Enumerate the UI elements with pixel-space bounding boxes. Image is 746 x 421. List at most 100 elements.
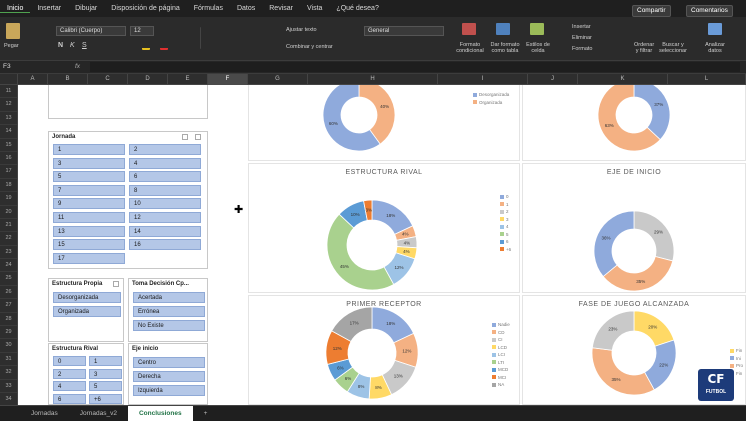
- menu-revisar[interactable]: Revisar: [262, 5, 300, 12]
- row-number[interactable]: 33: [0, 380, 17, 393]
- font-name-select[interactable]: Calibri (Cuerpo): [56, 26, 126, 36]
- col-c[interactable]: C: [88, 74, 128, 85]
- analyze-data-icon[interactable]: [708, 23, 722, 35]
- data-label: 18%: [386, 213, 395, 218]
- select-all[interactable]: [0, 74, 18, 85]
- col-a[interactable]: A: [18, 74, 48, 85]
- menu-insertar[interactable]: Insertar: [30, 5, 68, 12]
- row-number[interactable]: 22: [0, 232, 17, 246]
- data-label: 12%: [402, 348, 411, 353]
- data-label: 13%: [394, 374, 403, 379]
- cell-styles-icon[interactable]: [530, 23, 544, 35]
- row-number[interactable]: 12: [0, 98, 17, 112]
- donut-slice: [593, 210, 635, 278]
- col-b[interactable]: B: [48, 74, 88, 85]
- row-number[interactable]: 29: [0, 326, 17, 340]
- formula-bar: F3 fx: [0, 61, 746, 74]
- align-group: [200, 27, 240, 49]
- row-number[interactable]: 23: [0, 246, 17, 260]
- merge-center-button[interactable]: Combinar y centrar: [286, 44, 333, 50]
- row-number[interactable]: 31: [0, 353, 17, 367]
- formula-input[interactable]: [90, 62, 740, 72]
- add-sheet-button[interactable]: +: [193, 406, 219, 421]
- delete-cells-button[interactable]: Eliminar: [572, 35, 592, 41]
- find-select-button[interactable]: Buscar y seleccionar: [658, 42, 688, 54]
- row-number[interactable]: 18: [0, 179, 17, 193]
- underline-button[interactable]: S: [82, 42, 87, 49]
- row-number[interactable]: 25: [0, 272, 17, 286]
- row-number[interactable]: 30: [0, 339, 17, 353]
- fill-color-icon[interactable]: [142, 44, 150, 50]
- row-number[interactable]: 34: [0, 393, 17, 405]
- insert-cells-button[interactable]: Insertar: [572, 24, 591, 30]
- col-h[interactable]: H: [308, 74, 438, 85]
- col-f[interactable]: F: [208, 74, 248, 85]
- analyze-data-label: Analizar datos: [705, 42, 725, 54]
- tab-jornadas-v2[interactable]: Jornadas_v2: [69, 406, 128, 421]
- menu-vista[interactable]: Vista: [300, 5, 329, 12]
- col-e[interactable]: E: [168, 74, 208, 85]
- col-l[interactable]: L: [668, 74, 746, 85]
- name-box[interactable]: F3: [3, 63, 11, 70]
- col-j[interactable]: J: [528, 74, 578, 85]
- row-number[interactable]: 11: [0, 85, 17, 99]
- row-number[interactable]: 19: [0, 192, 17, 206]
- sheet-grid[interactable]: Jornada 1 2 3 4 5 6 7 8 9 10 11 12 13 14 15 16 17 Estruc…: [18, 85, 746, 405]
- number-format-select[interactable]: General: [364, 26, 444, 36]
- data-label: 12%: [394, 265, 403, 270]
- row-number[interactable]: 27: [0, 299, 17, 313]
- font-color-icon[interactable]: [160, 44, 168, 50]
- row-number[interactable]: 13: [0, 112, 17, 126]
- row-number[interactable]: 20: [0, 206, 17, 219]
- menu-formulas[interactable]: Fórmulas: [187, 5, 230, 12]
- tab-conclusiones[interactable]: Conclusiones: [127, 405, 193, 421]
- wrap-text-button[interactable]: Ajustar texto: [286, 27, 317, 33]
- donut-slice: [326, 213, 395, 291]
- row-number[interactable]: 28: [0, 313, 17, 327]
- menu-dibujar[interactable]: Dibujar: [68, 5, 104, 12]
- italic-button[interactable]: K: [70, 42, 75, 49]
- data-label: 8%: [375, 385, 382, 390]
- row-number[interactable]: 21: [0, 219, 17, 233]
- tab-jornadas[interactable]: Jornadas: [20, 406, 69, 421]
- row-number[interactable]: 17: [0, 165, 17, 179]
- menu-inicio[interactable]: Inicio: [0, 5, 31, 13]
- ribbon: Pegar Calibri (Cuerpo) 12 N K S Ajustar …: [0, 17, 746, 61]
- row-number[interactable]: 16: [0, 152, 17, 166]
- data-label: 40%: [380, 104, 389, 109]
- sort-filter-button[interactable]: Ordenar y filtrar: [634, 42, 654, 54]
- conditional-format-icon[interactable]: [462, 23, 476, 35]
- data-label: 3%: [365, 208, 372, 213]
- logo: CF FUTBOL: [698, 369, 734, 401]
- format-cells-button[interactable]: Formato: [572, 46, 592, 52]
- data-label: 35%: [612, 377, 621, 382]
- data-label: 17%: [350, 320, 359, 325]
- charts-svg: 40% 60% 37% 63% 18% 4% 4% 4% 12% 45% 10% 3% 29% 35% 36…: [322, 85, 677, 400]
- col-g[interactable]: G: [248, 74, 308, 85]
- data-label: 63%: [605, 123, 614, 128]
- font-size-select[interactable]: 12: [130, 26, 154, 36]
- comments-button[interactable]: Comentarios: [686, 5, 733, 17]
- row-number[interactable]: 15: [0, 139, 17, 152]
- format-table-label: Dar formato como tabla: [490, 42, 520, 54]
- row-number[interactable]: 26: [0, 286, 17, 300]
- row-number[interactable]: 24: [0, 259, 17, 273]
- menu-datos[interactable]: Datos: [230, 5, 262, 12]
- share-button[interactable]: Compartir: [632, 5, 671, 17]
- donut-slice: [633, 210, 675, 262]
- donut-slice: [591, 347, 655, 396]
- row-number[interactable]: 32: [0, 366, 17, 380]
- data-label: 4%: [403, 249, 410, 254]
- bold-button[interactable]: N: [58, 42, 63, 49]
- col-k[interactable]: K: [578, 74, 668, 85]
- row-number[interactable]: 14: [0, 125, 17, 139]
- col-d[interactable]: D: [128, 74, 168, 85]
- tell-me-search[interactable]: ¿Qué desea?: [329, 5, 385, 12]
- fx-icon[interactable]: fx: [75, 63, 80, 70]
- format-table-icon[interactable]: [496, 23, 510, 35]
- col-i[interactable]: I: [438, 74, 528, 85]
- menu-disposicion[interactable]: Disposición de página: [104, 5, 187, 12]
- data-label: 22%: [659, 362, 668, 367]
- data-label: 4%: [402, 232, 409, 237]
- paste-icon[interactable]: [6, 23, 20, 39]
